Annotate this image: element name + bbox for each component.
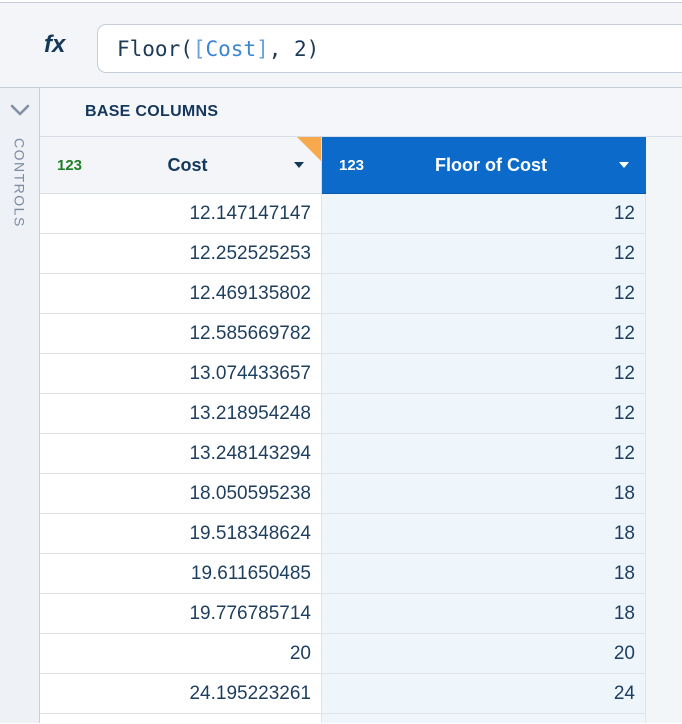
table-row: 19.611650485 18 (40, 554, 682, 594)
floor-cell[interactable]: 12 (322, 234, 646, 274)
floor-cell[interactable]: 18 (322, 474, 646, 514)
cost-cell[interactable]: 12.147147147 (40, 194, 322, 234)
orange-corner-flag-icon (297, 137, 321, 161)
floor-cell[interactable]: 18 (322, 594, 646, 634)
formula-bar: fx Floor([Cost], 2) (0, 2, 682, 88)
table-row: 13.218954248 12 (40, 394, 682, 434)
column-header-floor-of-cost[interactable]: 123 Floor of Cost (322, 137, 646, 194)
app: fx Floor([Cost], 2) CONTROLS BASE COLUMN… (0, 2, 682, 723)
section-title: BASE COLUMNS (85, 103, 218, 121)
cost-cell (40, 714, 322, 723)
cost-cell[interactable]: 13.218954248 (40, 394, 322, 434)
column-label-floor-of-cost: Floor of Cost (364, 155, 618, 176)
cost-cell[interactable]: 13.248143294 (40, 434, 322, 474)
formula-field-token: Cost (206, 37, 257, 61)
cost-cell[interactable]: 20 (40, 634, 322, 674)
table-row-partial (40, 714, 682, 723)
floor-cell[interactable]: 12 (322, 314, 646, 354)
cost-cell[interactable]: 12.469135802 (40, 274, 322, 314)
table-row: 12.585669782 12 (40, 314, 682, 354)
column-label-cost: Cost (82, 155, 293, 176)
formula-input[interactable]: Floor([Cost], 2) (97, 24, 682, 73)
floor-cell[interactable]: 18 (322, 554, 646, 594)
number-type-icon: 123 (57, 157, 82, 174)
table-row: 20 20 (40, 634, 682, 674)
number-type-icon: 123 (339, 157, 364, 174)
cost-cell[interactable]: 13.074433657 (40, 354, 322, 394)
column-header-row: 123 Cost 123 Floor of Cost (40, 137, 682, 194)
floor-cell[interactable]: 18 (322, 514, 646, 554)
chevron-down-icon[interactable] (9, 104, 31, 122)
floor-cell (322, 714, 646, 723)
cost-cell[interactable]: 19.611650485 (40, 554, 322, 594)
formula-suffix: , 2) (269, 37, 320, 61)
floor-cell[interactable]: 12 (322, 194, 646, 234)
formula-bracket-close: ] (256, 37, 269, 61)
caret-down-icon[interactable] (618, 161, 630, 169)
controls-sidebar[interactable]: CONTROLS (0, 88, 40, 723)
main-area: CONTROLS BASE COLUMNS 123 Cost (0, 88, 682, 723)
table-row: 13.248143294 12 (40, 434, 682, 474)
controls-label: CONTROLS (12, 138, 28, 228)
formula-prefix: Floor( (117, 37, 193, 61)
table-row: 12.252525253 12 (40, 234, 682, 274)
cost-cell[interactable]: 19.776785714 (40, 594, 322, 634)
cost-cell[interactable]: 19.518348624 (40, 514, 322, 554)
fx-icon: fx (44, 31, 65, 59)
formula-bracket-open: [ (193, 37, 206, 61)
floor-cell[interactable]: 20 (322, 634, 646, 674)
floor-cell[interactable]: 12 (322, 434, 646, 474)
table-row: 12.147147147 12 (40, 194, 682, 234)
table-row: 24.195223261 24 (40, 674, 682, 714)
table-panel: BASE COLUMNS 123 Cost 123 Floor of Cost (40, 88, 682, 723)
table-row: 19.776785714 18 (40, 594, 682, 634)
cost-cell[interactable]: 18.050595238 (40, 474, 322, 514)
table-body: 12.147147147 12 12.252525253 12 12.46913… (40, 194, 682, 714)
table-row: 18.050595238 18 (40, 474, 682, 514)
cost-cell[interactable]: 12.585669782 (40, 314, 322, 354)
base-columns-header: BASE COLUMNS (40, 88, 682, 137)
table-row: 12.469135802 12 (40, 274, 682, 314)
caret-down-icon[interactable] (293, 161, 305, 169)
table-row: 19.518348624 18 (40, 514, 682, 554)
floor-cell[interactable]: 24 (322, 674, 646, 714)
column-header-cost[interactable]: 123 Cost (40, 137, 322, 194)
cost-cell[interactable]: 12.252525253 (40, 234, 322, 274)
floor-cell[interactable]: 12 (322, 394, 646, 434)
floor-cell[interactable]: 12 (322, 274, 646, 314)
cost-cell[interactable]: 24.195223261 (40, 674, 322, 714)
table-row: 13.074433657 12 (40, 354, 682, 394)
floor-cell[interactable]: 12 (322, 354, 646, 394)
